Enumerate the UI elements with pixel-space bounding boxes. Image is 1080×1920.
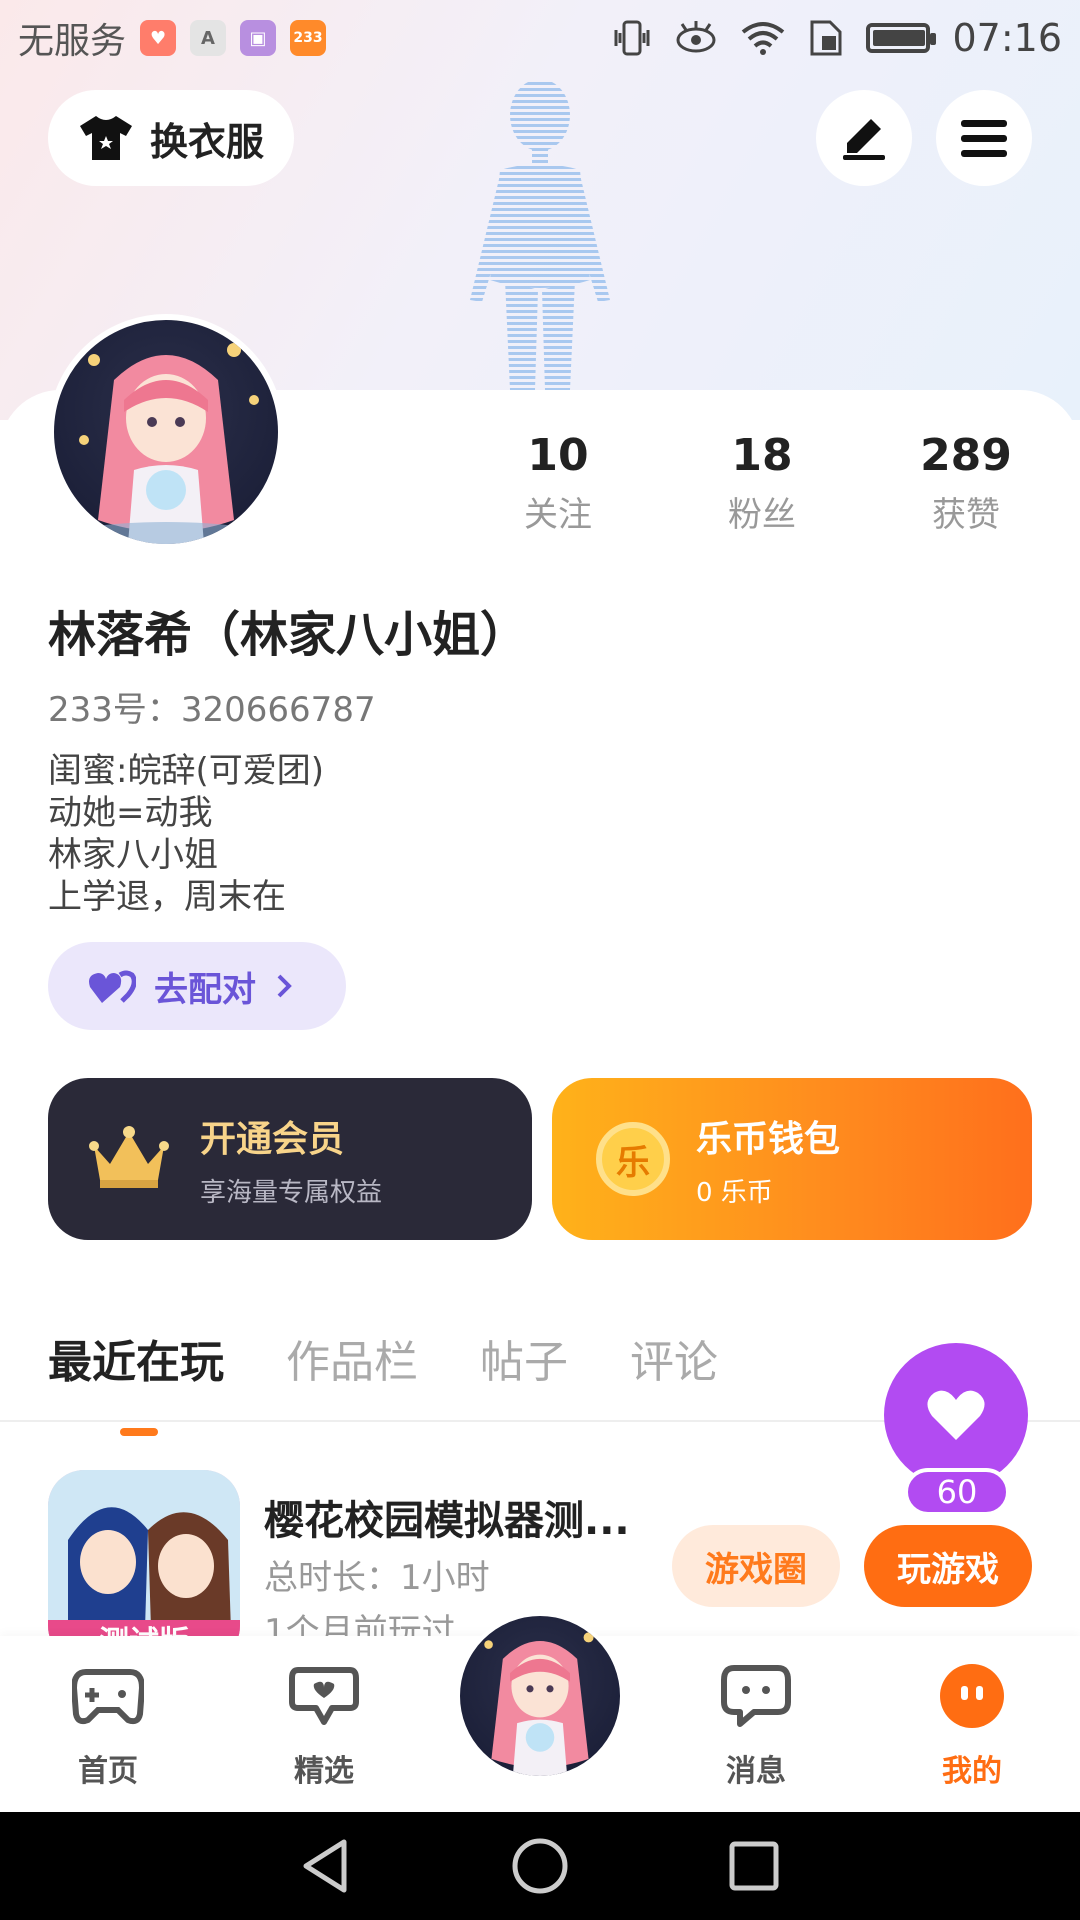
like-fab[interactable]	[884, 1343, 1028, 1487]
message-icon	[721, 1665, 791, 1727]
stat-following[interactable]: 10 关注	[478, 430, 638, 536]
vip-subtitle: 享海量专属权益	[200, 1177, 383, 1208]
heart-icon	[927, 1390, 985, 1440]
play-game-button[interactable]: 玩游戏	[864, 1525, 1032, 1607]
wallet-title: 乐币钱包	[696, 1118, 841, 1160]
coin-char: 乐	[616, 1142, 650, 1183]
me-icon	[940, 1664, 1004, 1728]
wifi-icon	[742, 22, 785, 55]
font-app-icon: A	[190, 20, 227, 56]
stat-following-label: 关注	[524, 495, 592, 535]
nav-messages-label: 消息	[726, 1754, 786, 1789]
nav-featured[interactable]: 精选	[264, 1664, 384, 1790]
match-label: 去配对	[154, 969, 256, 1010]
tab-posts[interactable]: 帖子	[480, 1326, 568, 1390]
game-duration: 总时长：1小时	[264, 1558, 490, 1598]
stat-fans-count: 18	[731, 430, 793, 481]
nav-messages[interactable]: 消息	[696, 1664, 816, 1790]
edit-button[interactable]	[816, 90, 912, 186]
vip-card[interactable]: 开通会员 享海量专属权益	[48, 1078, 532, 1240]
home-icon[interactable]	[510, 1836, 570, 1896]
user-avatar[interactable]	[48, 314, 284, 550]
tab-label: 最近在玩	[48, 1337, 224, 1388]
game-artwork: 测试版	[48, 1470, 240, 1662]
game-title: 樱花校园模拟器测...	[264, 1498, 630, 1544]
app-233-icon: 233	[290, 20, 327, 56]
battery-icon	[866, 23, 937, 53]
vibrate-icon	[614, 20, 650, 56]
like-fab-count: 60	[904, 1468, 1010, 1516]
nav-center-avatar[interactable]	[456, 1612, 624, 1780]
bio-line: 动她=动我	[48, 793, 213, 833]
gallery-app-icon: ▣	[240, 20, 277, 56]
wallet-card[interactable]: 乐 乐币钱包 0 乐币	[552, 1078, 1032, 1240]
vip-title: 开通会员	[200, 1118, 345, 1160]
nav-home[interactable]: 首页	[48, 1664, 168, 1790]
heart-chat-icon	[289, 1667, 359, 1725]
tab-indicator	[120, 1428, 158, 1436]
back-icon[interactable]	[298, 1836, 354, 1896]
stat-following-count: 10	[527, 430, 589, 481]
game-circle-button[interactable]: 游戏圈	[672, 1525, 840, 1607]
user-bio: 闺蜜:皖辞(可爱团) 动她=动我 林家八小姐 上学退，周末在	[48, 750, 324, 918]
bio-line: 闺蜜:皖辞(可爱团)	[48, 751, 324, 791]
pen-icon	[843, 119, 885, 160]
gamepad-icon	[70, 1669, 146, 1725]
user-name: 林落希（林家八小姐）	[48, 607, 529, 663]
health-app-icon: ♥	[140, 20, 177, 56]
chevron-right-icon	[277, 974, 292, 998]
stat-fans[interactable]: 18 粉丝	[682, 430, 842, 536]
bio-line: 林家八小姐	[48, 835, 218, 875]
sim-icon	[810, 20, 842, 56]
hamburger-icon	[961, 120, 1007, 157]
crown-icon	[89, 1126, 169, 1188]
avatar-3d-figure[interactable]	[450, 70, 630, 390]
nav-featured-label: 精选	[294, 1754, 354, 1789]
nav-me[interactable]: 我的	[912, 1664, 1032, 1790]
change-clothes-label: 换衣服	[149, 119, 264, 164]
coin-icon: 乐	[596, 1122, 670, 1196]
tab-works[interactable]: 作品栏	[286, 1326, 418, 1390]
bio-line: 上学退，周末在	[48, 877, 286, 917]
nav-me-label: 我的	[942, 1754, 1002, 1789]
tshirt-icon	[79, 116, 132, 160]
stat-likes[interactable]: 289 获赞	[886, 430, 1046, 536]
nav-avatar-illustration	[484, 1632, 594, 1776]
match-button[interactable]: 去配对	[48, 942, 346, 1030]
double-heart-icon	[89, 970, 136, 1003]
profile-screen: 无服务 ♥ A ▣ 233 07:16 换衣服 10 关注 18 粉丝 289 …	[0, 0, 1080, 1920]
user-id[interactable]: 233号：320666787	[48, 682, 376, 731]
game-icon[interactable]: 测试版	[48, 1470, 240, 1662]
tab-recent-played[interactable]: 最近在玩	[48, 1326, 224, 1436]
change-clothes-button[interactable]: 换衣服	[48, 90, 294, 186]
eye-comfort-icon	[676, 21, 716, 53]
tab-comments[interactable]: 评论	[630, 1326, 718, 1390]
avatar-illustration	[56, 343, 276, 544]
stat-likes-count: 289	[920, 430, 1012, 481]
nav-home-label: 首页	[78, 1754, 138, 1789]
menu-button[interactable]	[936, 90, 1032, 186]
wallet-balance: 0 乐币	[696, 1177, 773, 1208]
carrier-text: 无服务	[18, 21, 127, 62]
system-nav-bar	[0, 1812, 1080, 1920]
recents-icon[interactable]	[726, 1838, 782, 1894]
profile-tabs: 最近在玩 作品栏 帖子 评论	[48, 1326, 718, 1436]
stat-fans-label: 粉丝	[728, 495, 796, 535]
clock-text: 07:16	[952, 16, 1062, 60]
status-bar: 无服务 ♥ A ▣ 233 07:16	[0, 0, 1080, 76]
stat-likes-label: 获赞	[932, 495, 1000, 535]
